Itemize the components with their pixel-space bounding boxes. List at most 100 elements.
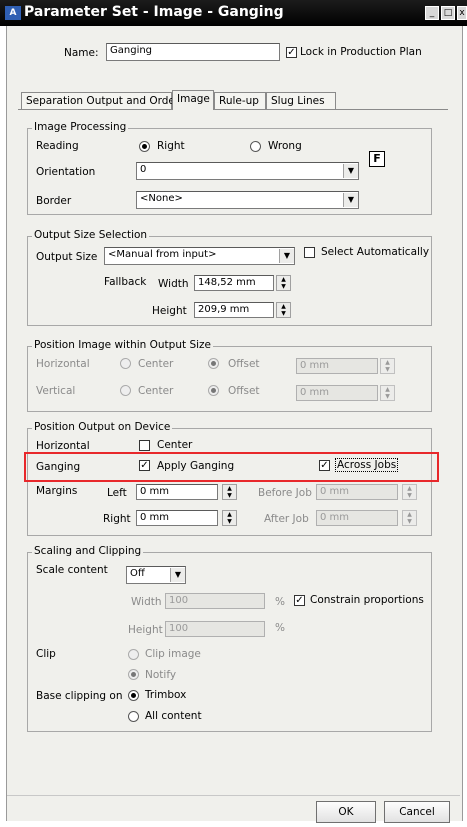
before-job-input[interactable]: 0 mm bbox=[316, 484, 398, 500]
clip-image-radio[interactable] bbox=[128, 649, 139, 660]
app-icon: A bbox=[5, 6, 21, 20]
margin-right-spinner[interactable]: ▲ ▼ bbox=[222, 510, 237, 526]
clip-label: Clip bbox=[36, 648, 56, 660]
all-content-radio[interactable] bbox=[128, 711, 139, 722]
scale-width-percent: % bbox=[275, 596, 285, 608]
fallback-label: Fallback bbox=[104, 276, 147, 288]
fallback-height-spinner[interactable]: ▲ ▼ bbox=[276, 302, 291, 318]
pos-output-horizontal-label: Horizontal bbox=[36, 440, 90, 452]
maximize-button[interactable]: □ bbox=[441, 6, 455, 20]
tab-rule-up[interactable]: Rule-up bbox=[214, 92, 266, 110]
fallback-width-spinner[interactable]: ▲ ▼ bbox=[276, 275, 291, 291]
border-label: Border bbox=[36, 195, 72, 207]
reading-wrong-radio[interactable] bbox=[250, 141, 261, 152]
base-clipping-label: Base clipping on bbox=[36, 690, 123, 702]
image-processing-title: Image Processing bbox=[32, 121, 129, 133]
pos-image-v-offset-label: Offset bbox=[228, 385, 260, 397]
scaling-title: Scaling and Clipping bbox=[32, 545, 144, 557]
margin-left-input[interactable]: 0 mm bbox=[136, 484, 218, 500]
tab-slug-lines[interactable]: Slug Lines bbox=[266, 92, 336, 110]
cancel-button[interactable]: Cancel bbox=[384, 801, 450, 823]
notify-label: Notify bbox=[145, 669, 177, 681]
notify-radio[interactable] bbox=[128, 669, 139, 680]
fallback-width-input[interactable]: 148,52 mm bbox=[194, 275, 274, 291]
margin-right-label: Right bbox=[103, 513, 131, 525]
window-title: Parameter Set - Image - Ganging bbox=[24, 4, 284, 20]
fallback-width-label: Width bbox=[158, 278, 189, 290]
border-dropdown-icon[interactable]: ▼ bbox=[343, 193, 358, 207]
lock-checkbox[interactable]: ✓ bbox=[286, 47, 297, 58]
tab-separation-output[interactable]: Separation Output and Order bbox=[21, 92, 179, 110]
lock-label: Lock in Production Plan bbox=[300, 46, 422, 58]
name-input[interactable]: Ganging bbox=[106, 43, 280, 61]
select-auto-label: Select Automatically bbox=[321, 246, 430, 258]
orientation-dropdown-icon[interactable]: ▼ bbox=[343, 164, 358, 178]
constrain-label: Constrain proportions bbox=[310, 594, 424, 606]
right-label: Right bbox=[157, 140, 185, 152]
f-button[interactable]: F bbox=[369, 151, 385, 167]
across-jobs-label: Across Jobs bbox=[335, 458, 399, 472]
name-label: Name: bbox=[64, 47, 99, 59]
orientation-select[interactable]: 0 bbox=[136, 162, 359, 180]
scale-content-dropdown-icon[interactable]: ▼ bbox=[170, 568, 185, 582]
pos-image-horizontal-label: Horizontal bbox=[36, 358, 90, 370]
active-tab-gap bbox=[173, 109, 213, 110]
pos-image-h-center-radio[interactable] bbox=[120, 358, 131, 369]
pos-image-v-offset-spinner[interactable]: ▲ ▼ bbox=[380, 385, 395, 401]
after-job-label: After Job bbox=[264, 513, 309, 525]
fallback-height-label: Height bbox=[152, 305, 187, 317]
constrain-checkbox[interactable]: ✓ bbox=[294, 595, 305, 606]
across-jobs-checkbox[interactable]: ✓ bbox=[319, 460, 330, 471]
ganging-label: Ganging bbox=[36, 461, 81, 473]
pos-output-center-label: Center bbox=[157, 439, 193, 451]
trimbox-label: Trimbox bbox=[145, 689, 187, 701]
before-job-spinner[interactable]: ▲ ▼ bbox=[402, 484, 417, 500]
reading-label: Reading bbox=[36, 140, 79, 152]
reading-right-radio[interactable] bbox=[139, 141, 150, 152]
after-job-input[interactable]: 0 mm bbox=[316, 510, 398, 526]
scale-height-label: Height bbox=[128, 624, 163, 636]
position-output-title: Position Output on Device bbox=[32, 421, 173, 433]
margin-right-input[interactable]: 0 mm bbox=[136, 510, 218, 526]
output-size-title: Output Size Selection bbox=[32, 229, 150, 241]
scale-content-label: Scale content bbox=[36, 564, 108, 576]
apply-ganging-label: Apply Ganging bbox=[157, 460, 235, 472]
pos-image-v-center-radio[interactable] bbox=[120, 385, 131, 396]
pos-output-center-checkbox[interactable] bbox=[139, 440, 150, 451]
minimize-button[interactable]: _ bbox=[425, 6, 439, 20]
output-size-label: Output Size bbox=[36, 251, 98, 263]
trimbox-radio[interactable] bbox=[128, 690, 139, 701]
footer-divider bbox=[7, 795, 460, 796]
pos-image-v-center-label: Center bbox=[138, 385, 174, 397]
ok-button[interactable]: OK bbox=[316, 801, 376, 823]
pos-image-h-offset-input[interactable]: 0 mm bbox=[296, 358, 378, 374]
pos-image-h-center-label: Center bbox=[138, 358, 174, 370]
tab-image[interactable]: Image bbox=[172, 90, 214, 110]
select-auto-checkbox[interactable] bbox=[304, 247, 315, 258]
margins-label: Margins bbox=[36, 485, 78, 497]
scale-height-percent: % bbox=[275, 622, 285, 634]
clip-image-label: Clip image bbox=[145, 648, 201, 660]
pos-image-v-offset-input[interactable]: 0 mm bbox=[296, 385, 378, 401]
tab-divider bbox=[18, 109, 448, 110]
margin-left-spinner[interactable]: ▲ ▼ bbox=[222, 484, 237, 500]
scale-width-input[interactable]: 100 bbox=[165, 593, 265, 609]
output-size-dropdown-icon[interactable]: ▼ bbox=[279, 249, 294, 263]
pos-image-h-offset-spinner[interactable]: ▲ ▼ bbox=[380, 358, 395, 374]
scale-height-input[interactable]: 100 bbox=[165, 621, 265, 637]
output-size-select[interactable]: <Manual from input> bbox=[104, 247, 295, 265]
orientation-label: Orientation bbox=[36, 166, 96, 178]
before-job-label: Before Job bbox=[258, 487, 312, 499]
fallback-height-input[interactable]: 209,9 mm bbox=[194, 302, 274, 318]
pos-image-v-offset-radio[interactable] bbox=[208, 385, 219, 396]
close-button[interactable]: x bbox=[457, 6, 467, 20]
scaling-group bbox=[27, 552, 432, 732]
pos-image-h-offset-radio[interactable] bbox=[208, 358, 219, 369]
border-select[interactable]: <None> bbox=[136, 191, 359, 209]
pos-image-h-offset-label: Offset bbox=[228, 358, 260, 370]
scale-width-label: Width bbox=[131, 596, 162, 608]
wrong-label: Wrong bbox=[268, 140, 302, 152]
after-job-spinner[interactable]: ▲ ▼ bbox=[402, 510, 417, 526]
apply-ganging-checkbox[interactable]: ✓ bbox=[139, 460, 150, 471]
title-bar[interactable]: A Parameter Set - Image - Ganging _ □ x bbox=[0, 0, 467, 26]
